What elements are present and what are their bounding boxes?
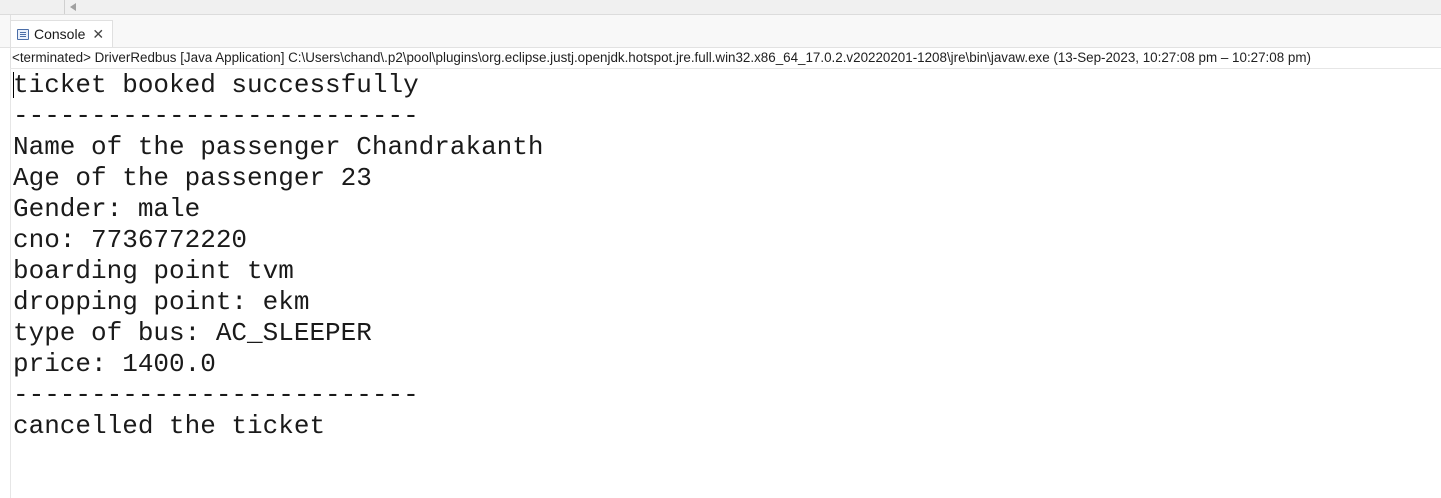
output-line: boarding point tvm bbox=[13, 256, 294, 286]
output-line: Age of the passenger 23 bbox=[13, 163, 372, 193]
output-line: -------------------------- bbox=[13, 101, 419, 131]
top-toolbar-strip bbox=[0, 0, 1441, 15]
console-left-border bbox=[10, 69, 11, 498]
tab-console-label: Console bbox=[34, 26, 86, 42]
output-line: ticket booked successfully bbox=[13, 70, 419, 100]
tab-console[interactable]: Console ✕ bbox=[10, 20, 113, 47]
console-output-area[interactable]: ticket booked successfully -------------… bbox=[13, 70, 1433, 442]
scroll-left-icon[interactable] bbox=[70, 3, 76, 11]
text-caret bbox=[13, 72, 14, 98]
output-line: -------------------------- bbox=[13, 380, 419, 410]
process-status-line: <terminated> DriverRedbus [Java Applicat… bbox=[12, 50, 1311, 65]
toolbar-separator bbox=[64, 0, 65, 14]
console-icon bbox=[17, 28, 29, 40]
view-tab-bar: Console ✕ bbox=[0, 15, 1441, 48]
status-divider bbox=[10, 68, 1441, 69]
output-line: cno: 7736772220 bbox=[13, 225, 248, 255]
close-icon[interactable]: ✕ bbox=[92, 27, 104, 41]
output-line: cancelled the ticket bbox=[13, 411, 326, 441]
output-line: Name of the passenger Chandrakanth bbox=[13, 132, 544, 162]
output-line: Gender: male bbox=[13, 194, 201, 224]
output-line: dropping point: ekm bbox=[13, 287, 310, 317]
output-line: type of bus: AC_SLEEPER bbox=[13, 318, 372, 348]
view-left-border bbox=[10, 15, 11, 69]
output-line: price: 1400.0 bbox=[13, 349, 216, 379]
